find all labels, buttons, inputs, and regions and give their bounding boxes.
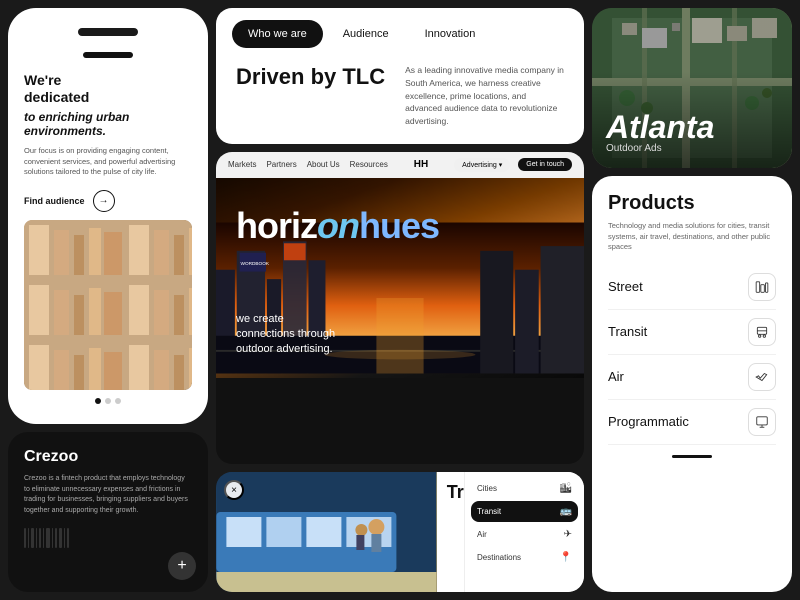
cities-label: Cities [477, 484, 497, 493]
mockup-navbar: Markets Partners About Us Resources HH A… [216, 152, 584, 178]
air-icon: ✈ [564, 529, 572, 540]
crezoo-description: Crezoo is a fintech product that employs… [24, 474, 192, 516]
phone-subtext: Our focus is on providing engaging conte… [24, 146, 192, 178]
hero-title: horizonhues [236, 208, 439, 244]
hero-subtitle: we create connections through outdoor ad… [236, 312, 335, 358]
advertising-button[interactable]: Advertising ▾ [454, 158, 510, 172]
transit-label: Transit [608, 324, 647, 339]
programmatic-label: Programmatic [608, 414, 689, 429]
svg-text:WORDBOOK: WORDBOOK [241, 261, 270, 266]
products-card: Products Technology and media solutions … [592, 176, 792, 592]
get-in-touch-button[interactable]: Get in touch [518, 158, 572, 171]
destinations-label: Destinations [477, 553, 521, 562]
atlanta-text: Atlanta Outdoor Ads [606, 111, 714, 154]
air-icon [748, 363, 776, 391]
transit-panel-destinations[interactable]: Destinations 📍 [471, 547, 578, 568]
middle-column: Who we are Audience Innovation Driven by… [216, 8, 584, 592]
driven-desc: As a leading innovative media company in… [405, 64, 564, 128]
air-label: Air [477, 530, 487, 539]
transit-scene-svg [216, 472, 437, 592]
right-column: Atlanta Outdoor Ads Products Technology … [592, 8, 792, 592]
nav-partners[interactable]: Partners [266, 160, 296, 169]
product-item-air[interactable]: Air [608, 355, 776, 400]
phone-headline-italic: to enriching urban environments. [24, 110, 192, 139]
tab-innovation[interactable]: Innovation [409, 20, 492, 48]
arrow-icon: → [93, 190, 115, 212]
product-item-programmatic[interactable]: Programmatic [608, 400, 776, 445]
nav-resources[interactable]: Resources [350, 160, 388, 169]
products-title: Products [608, 192, 776, 215]
driven-title: Driven by TLC [236, 64, 385, 128]
phone-notch [83, 52, 133, 58]
air-label: Air [608, 369, 624, 384]
transit-label: Transit [477, 507, 501, 516]
nav-links: Markets Partners About Us Resources [228, 160, 388, 169]
transit-panel-transit[interactable]: Transit 🚌 [471, 501, 578, 522]
tabs-card: Who we are Audience Innovation Driven by… [216, 8, 584, 144]
website-mockup: Markets Partners About Us Resources HH A… [216, 152, 584, 464]
transit-icon: 🚌 [560, 506, 572, 517]
transit-panel: Cities 🏙 Transit 🚌 Air ✈ Destinations 📍 [464, 472, 584, 592]
nav-about[interactable]: About Us [307, 160, 340, 169]
barcode-decoration [24, 528, 192, 548]
product-item-transit[interactable]: Transit [608, 310, 776, 355]
tabs-bar: Who we are Audience Innovation [216, 8, 584, 48]
products-description: Technology and media solutions for citie… [608, 221, 776, 253]
nav-markets[interactable]: Markets [228, 160, 256, 169]
home-indicator [672, 455, 712, 458]
phone-city-image [24, 220, 192, 390]
transit-mockup: × Transform Cities [216, 472, 584, 592]
atlanta-city-name: Atlanta [606, 111, 714, 143]
phone-mockup-top: We're dedicated to enriching urban envir… [8, 8, 208, 424]
tab-audience[interactable]: Audience [327, 20, 405, 48]
programmatic-icon [748, 408, 776, 436]
destinations-icon: 📍 [560, 552, 572, 563]
dot [115, 398, 121, 404]
left-column: We're dedicated to enriching urban envir… [8, 8, 208, 592]
add-button[interactable]: + [168, 552, 196, 580]
site-logo: HH [400, 159, 442, 170]
tab-who-we-are[interactable]: Who we are [232, 20, 323, 48]
atlanta-card: Atlanta Outdoor Ads [592, 8, 792, 168]
product-item-street[interactable]: Street [608, 265, 776, 310]
hero-title-horiz: horiz [236, 205, 317, 246]
transit-icon [748, 318, 776, 346]
transit-panel-air[interactable]: Air ✈ [471, 524, 578, 545]
hero-title-hues: hues [359, 205, 439, 246]
find-audience-button[interactable]: Find audience → [24, 190, 192, 212]
transit-panel-cities[interactable]: Cities 🏙 [471, 478, 578, 499]
tabs-content: Driven by TLC As a leading innovative me… [216, 48, 584, 144]
phone-dots [24, 398, 192, 404]
cities-icon: 🏙 [559, 483, 572, 494]
street-icon [748, 273, 776, 301]
transit-image-area: × [216, 472, 437, 592]
hero-area: WORDBOOK horizonhues we create co [216, 178, 584, 378]
crezoo-brand: Crezoo [24, 448, 192, 466]
phone-headline: We're dedicated [24, 72, 192, 106]
street-label: Street [608, 279, 643, 294]
nav-right: Advertising ▾ Get in touch [454, 158, 572, 172]
transit-close-button[interactable]: × [224, 480, 244, 500]
dot-active [95, 398, 101, 404]
crezoo-card: Crezoo Crezoo is a fintech product that … [8, 432, 208, 592]
dot [105, 398, 111, 404]
city-image-svg [24, 220, 192, 390]
hero-title-on: on [317, 205, 359, 246]
